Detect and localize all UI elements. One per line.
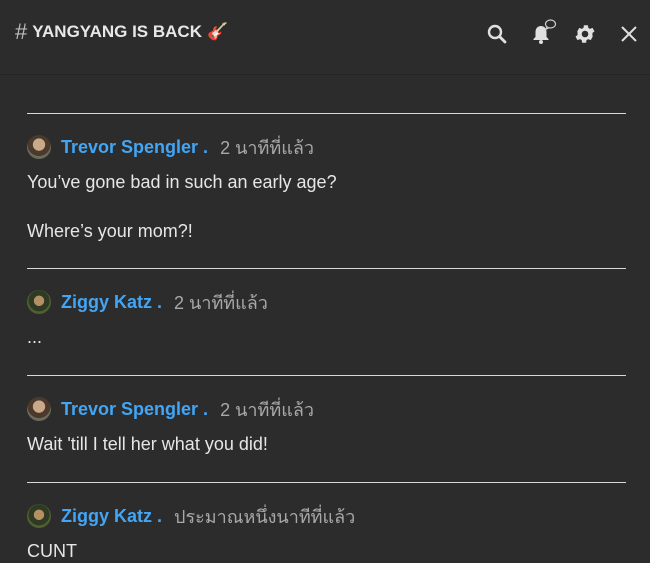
avatar[interactable]	[27, 135, 51, 159]
comment-item: Ziggy Katz . ประมาณหนึ่งนาทีที่แล้ว CUNT	[27, 483, 626, 563]
comment-body: You’ve gone bad in such an early age? Wh…	[27, 170, 626, 268]
comment-text: ...	[27, 327, 43, 347]
search-icon[interactable]	[485, 22, 509, 46]
comment-item: Ziggy Katz . 2 นาทีที่แล้ว ...	[27, 269, 626, 375]
timestamp: 2 นาทีที่แล้ว	[220, 399, 314, 420]
author-name[interactable]: Ziggy Katz .	[61, 292, 162, 313]
comment-meta: Trevor Spengler . 2 นาทีที่แล้ว	[27, 396, 626, 422]
avatar[interactable]	[27, 504, 51, 528]
hash-icon: #	[15, 19, 28, 44]
comment-text: CUNT	[27, 541, 77, 561]
comment-meta: Ziggy Katz . 2 นาทีที่แล้ว	[27, 289, 626, 315]
page-title: # YANGYANG IS BACK 🎸	[15, 21, 228, 43]
gear-icon[interactable]	[573, 22, 597, 46]
comment-body: CUNT	[27, 539, 626, 563]
comment-item: Trevor Spengler . 2 นาทีที่แล้ว Wait 'ti…	[27, 376, 626, 482]
title-text: YANGYANG IS BACK	[32, 22, 202, 41]
timestamp: 2 นาทีที่แล้ว	[220, 137, 314, 158]
comment-meta: Trevor Spengler . 2 นาทีที่แล้ว	[27, 134, 626, 160]
comment-text: Wait 'till I tell her what you did!	[27, 434, 268, 454]
comment-text: Where’s your mom?!	[27, 221, 193, 241]
comment-item: Trevor Spengler . 2 นาทีที่แล้ว You’ve g…	[27, 114, 626, 268]
author-name[interactable]: Trevor Spengler .	[61, 137, 208, 158]
guitar-emoji: 🎸	[206, 22, 229, 41]
bell-icon[interactable]	[529, 18, 559, 46]
comment-body: ...	[27, 325, 626, 375]
comment-meta: Ziggy Katz . ประมาณหนึ่งนาทีที่แล้ว	[27, 503, 626, 529]
comment-text: You’ve gone bad in such an early age?	[27, 172, 337, 192]
author-name[interactable]: Ziggy Katz .	[61, 506, 162, 527]
header-bar: # YANGYANG IS BACK 🎸	[0, 0, 650, 75]
timestamp: 2 นาทีที่แล้ว	[174, 292, 268, 313]
comment-feed: Trevor Spengler . 2 นาทีที่แล้ว You’ve g…	[27, 113, 626, 563]
avatar[interactable]	[27, 397, 51, 421]
close-icon[interactable]	[617, 22, 641, 46]
avatar[interactable]	[27, 290, 51, 314]
timestamp: ประมาณหนึ่งนาทีที่แล้ว	[174, 506, 356, 527]
author-name[interactable]: Trevor Spengler .	[61, 399, 208, 420]
comment-body: Wait 'till I tell her what you did!	[27, 432, 626, 482]
